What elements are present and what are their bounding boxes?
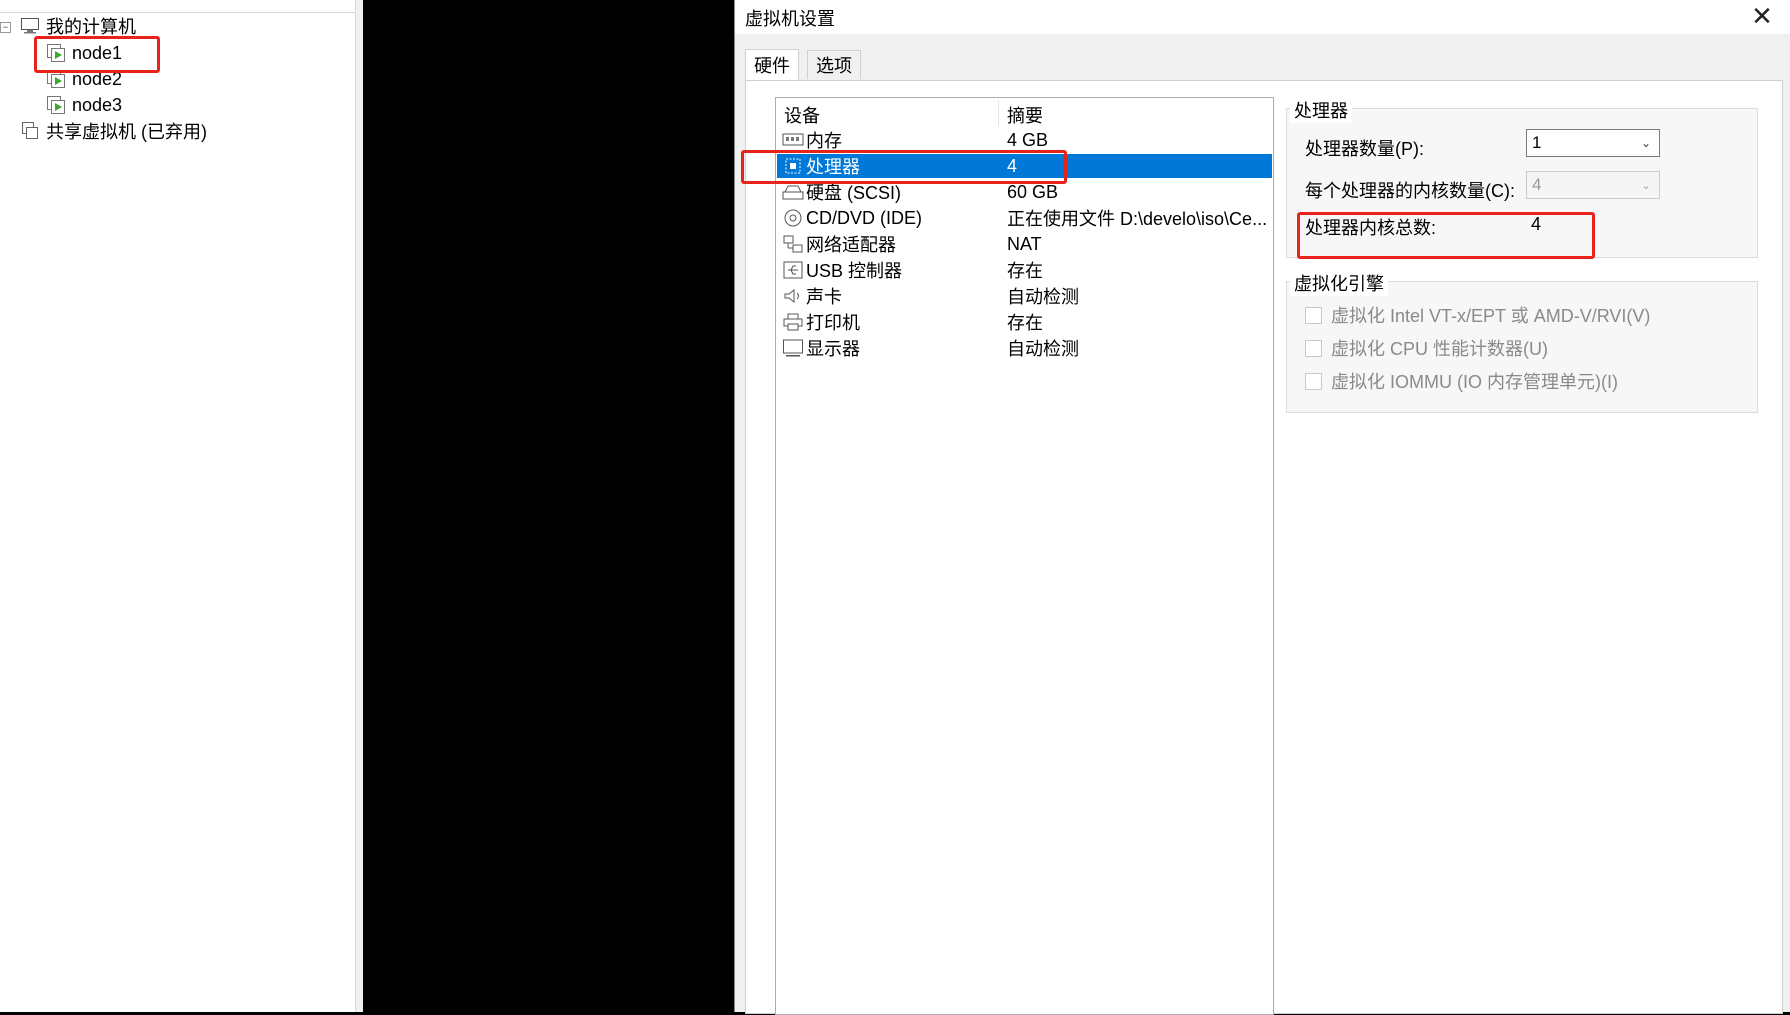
total-cores-value: 4 <box>1531 214 1542 234</box>
device-summary: 自动检测 <box>1007 287 1079 307</box>
cores-per-processor-label: 每个处理器的内核数量(C): <box>1305 181 1515 201</box>
device-list[interactable]: 设备 摘要 内存 4 GB 处理器 4 硬盘 (SCSI) 60 GB CD/D… <box>775 97 1274 1015</box>
tree-item-node1[interactable]: node1 <box>46 41 122 65</box>
column-header-summary[interactable]: 摘要 <box>1007 102 1043 126</box>
device-summary: 60 GB <box>1007 181 1059 202</box>
tree-item-label: 共享虚拟机 (已弃用) <box>46 122 207 142</box>
vm-running-icon <box>46 95 66 115</box>
processor-count-label: 处理器数量(P): <box>1305 139 1424 159</box>
tree-item-label: node2 <box>72 68 123 89</box>
computer-icon <box>20 16 40 36</box>
device-name: 硬盘 (SCSI) <box>806 183 902 203</box>
vm-running-icon <box>46 43 66 63</box>
tab-label: 选项 <box>816 56 852 76</box>
library-scrollbar[interactable] <box>355 0 363 1012</box>
checkbox-box[interactable] <box>1305 372 1322 390</box>
chevron-down-icon: ⌄ <box>1640 178 1651 192</box>
usb-icon <box>782 260 804 280</box>
column-separator[interactable] <box>998 100 999 126</box>
device-summary: 正在使用文件 D:\develo\iso\Ce... <box>1007 209 1268 229</box>
device-name: CD/DVD (IDE) <box>806 207 922 228</box>
tree-item-label: 我的计算机 <box>46 17 136 37</box>
device-row-display[interactable]: 显示器 自动检测 <box>777 336 1272 360</box>
tab-hardware[interactable]: 硬件 <box>745 49 799 80</box>
device-name: 内存 <box>806 131 842 151</box>
checkbox-box[interactable] <box>1305 306 1322 324</box>
tree-item-label: node1 <box>72 42 123 63</box>
tab-label: 硬件 <box>754 56 790 76</box>
device-row-printer[interactable]: 打印机 存在 <box>777 310 1272 334</box>
checkbox-label: 虚拟化 Intel VT-x/EPT 或 AMD-V/RVI(V) <box>1331 306 1651 326</box>
dialog-title: 虚拟机设置 <box>745 9 835 29</box>
virtualize-vtx-checkbox[interactable]: 虚拟化 Intel VT-x/EPT 或 AMD-V/RVI(V) <box>1305 302 1650 328</box>
title-bar: 虚拟机设置 ✕ <box>735 0 1790 34</box>
cores-per-processor-select[interactable]: 4 ⌄ <box>1526 171 1660 199</box>
select-value: 4 <box>1532 175 1542 194</box>
device-name: 打印机 <box>806 313 860 333</box>
vm-running-icon <box>46 69 66 89</box>
hardware-tab-page: 设备 摘要 内存 4 GB 处理器 4 硬盘 (SCSI) 60 GB CD/D… <box>741 80 1783 1015</box>
checkbox-box[interactable] <box>1305 339 1322 357</box>
sound-icon <box>782 286 804 306</box>
cpu-icon <box>782 156 804 176</box>
device-name: 声卡 <box>806 287 842 307</box>
device-row-network[interactable]: 网络适配器 NAT <box>777 232 1272 256</box>
tree-item-node2[interactable]: node2 <box>46 67 122 91</box>
vm-settings-dialog: 虚拟机设置 ✕ 硬件 选项 设备 摘要 内存 4 GB 处理器 4 硬盘 (SC… <box>734 0 1790 1015</box>
harddisk-icon <box>782 182 804 202</box>
processor-group-title: 处理器 <box>1290 97 1352 123</box>
tree-item-node3[interactable]: node3 <box>46 93 122 117</box>
device-summary: 存在 <box>1007 261 1043 281</box>
tree-item-shared-vms[interactable]: 共享虚拟机 (已弃用) <box>20 119 207 143</box>
device-summary: NAT <box>1007 233 1042 254</box>
printer-icon <box>782 312 804 332</box>
close-button[interactable]: ✕ <box>1747 2 1777 30</box>
display-icon <box>782 338 804 358</box>
device-row-harddisk[interactable]: 硬盘 (SCSI) 60 GB <box>777 180 1272 204</box>
chevron-down-icon: ⌄ <box>1640 136 1651 150</box>
device-name: 网络适配器 <box>806 235 896 255</box>
device-name: 处理器 <box>806 157 860 177</box>
device-row-processor[interactable]: 处理器 4 <box>777 154 1272 178</box>
collapse-toggle[interactable]: − <box>0 22 11 33</box>
device-summary: 4 <box>1007 155 1018 176</box>
checkbox-label: 虚拟化 CPU 性能计数器(U) <box>1331 339 1548 359</box>
device-row-sound[interactable]: 声卡 自动检测 <box>777 284 1272 308</box>
select-value: 1 <box>1532 133 1542 152</box>
tab-options[interactable]: 选项 <box>807 50 861 79</box>
device-row-cdrom[interactable]: CD/DVD (IDE) 正在使用文件 D:\develo\iso\Ce... <box>777 206 1272 230</box>
network-icon <box>782 234 804 254</box>
column-header-device[interactable]: 设备 <box>784 102 820 126</box>
device-summary: 存在 <box>1007 313 1043 333</box>
memory-icon <box>782 130 804 150</box>
shared-vm-icon <box>20 121 40 141</box>
device-row-usb[interactable]: USB 控制器 存在 <box>777 258 1272 282</box>
device-summary: 自动检测 <box>1007 339 1079 359</box>
device-name: USB 控制器 <box>806 261 903 281</box>
tree-item-my-computer[interactable]: 我的计算机 <box>20 14 136 38</box>
virtualization-group-title: 虚拟化引擎 <box>1290 270 1388 296</box>
device-row-memory[interactable]: 内存 4 GB <box>777 128 1272 152</box>
device-name: 显示器 <box>806 339 860 359</box>
cdrom-icon <box>782 208 804 228</box>
library-panel: − 我的计算机 node1 node2 node3 共享虚拟机 (已弃用) <box>0 0 363 1012</box>
processor-count-select[interactable]: 1 ⌄ <box>1526 129 1660 157</box>
checkbox-label: 虚拟化 IOMMU (IO 内存管理单元)(I) <box>1331 372 1618 392</box>
device-summary: 4 GB <box>1007 129 1049 150</box>
virtualize-cpu-counters-checkbox[interactable]: 虚拟化 CPU 性能计数器(U) <box>1305 335 1548 361</box>
tree-item-label: node3 <box>72 94 123 115</box>
virtualize-iommu-checkbox[interactable]: 虚拟化 IOMMU (IO 内存管理单元)(I) <box>1305 368 1618 394</box>
total-cores-label: 处理器内核总数: <box>1305 218 1437 238</box>
